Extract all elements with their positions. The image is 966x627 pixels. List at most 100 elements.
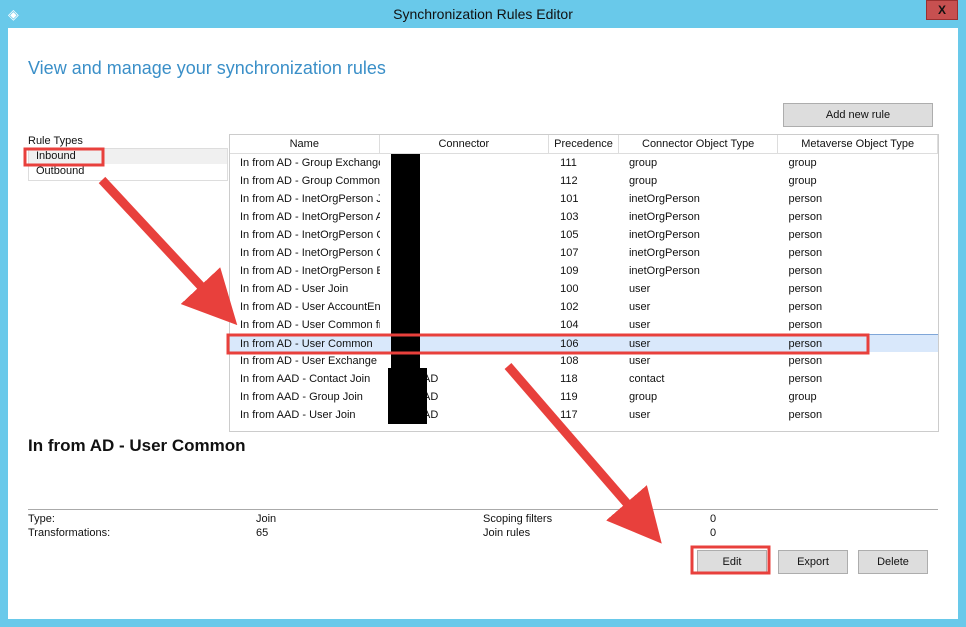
rule-name-cell: In from AD - User Join — [240, 283, 349, 295]
rule-name-cell: In from AD - InetOrgPerson A — [240, 211, 380, 223]
table-row[interactable]: In from AAD - Group Join- AAD119groupgro… — [230, 388, 938, 406]
connector-object-type-cell: user — [628, 338, 651, 350]
metaverse-object-type-cell: group — [788, 391, 817, 403]
precedence-cell: 100 — [560, 283, 579, 295]
connector-object-type-cell: user — [628, 355, 651, 367]
metaverse-object-type-cell: group — [788, 175, 817, 187]
table-row[interactable]: In from AD - User Exchange 108 user person — [230, 352, 938, 370]
table-row[interactable]: In from AD - InetOrgPerson C 105 inetOrgPe… — [230, 226, 938, 244]
rule-name-cell: In from AD - User Common — [240, 338, 373, 350]
table-header: Name Connector Precedence Connector Obje… — [230, 135, 938, 154]
delete-button[interactable]: Delete — [858, 550, 928, 574]
metaverse-object-type-cell: group — [788, 157, 817, 169]
rule-name-cell: In from AD - Group Common — [240, 175, 380, 187]
rule-name-cell: In from AD - InetOrgPerson Jo — [240, 193, 380, 205]
metaverse-object-type-cell: person — [788, 319, 823, 331]
table-row[interactable]: In from AD - User AccountEna 102 user perso… — [230, 298, 938, 316]
precedence-cell: 112 — [560, 175, 578, 187]
metaverse-object-type-cell: person — [788, 373, 823, 385]
connector-object-type-cell: group — [628, 157, 658, 169]
details-divider — [28, 509, 938, 510]
rule-types-label: Rule Types — [28, 135, 83, 147]
metaverse-object-type-cell: person — [788, 338, 823, 350]
edit-button[interactable]: Edit — [697, 550, 767, 574]
precedence-cell: 103 — [560, 211, 579, 223]
metaverse-object-type-cell: person — [788, 355, 823, 367]
column-connector[interactable]: Connector — [380, 135, 550, 153]
close-button[interactable]: X — [926, 0, 958, 20]
precedence-cell: 106 — [560, 338, 579, 350]
precedence-cell: 111 — [560, 157, 577, 169]
rule-name-cell: In from AD - InetOrgPerson Ex — [240, 265, 380, 277]
join-rules-value: 0 — [710, 527, 717, 539]
precedence-cell: 117 — [560, 409, 578, 421]
redaction-box — [388, 368, 427, 424]
rule-name-cell: In from AD - Group Exchange — [240, 157, 380, 169]
table-row[interactable]: In from AD - InetOrgPerson A 103 inetOrgPe… — [230, 208, 938, 226]
precedence-cell: 118 — [560, 373, 578, 385]
rule-name-cell: In from AAD - Contact Join — [240, 373, 371, 385]
join-rules-label: Join rules — [483, 527, 531, 539]
metaverse-object-type-cell: person — [788, 409, 823, 421]
connector-object-type-cell: inetOrgPerson — [628, 229, 700, 241]
table-row[interactable]: In from AD - Group Common 112 group group — [230, 172, 938, 190]
table-row[interactable]: In from AAD - User Join- AAD117userperso… — [230, 406, 938, 424]
rule-name-cell: In from AAD - User Join — [240, 409, 356, 421]
table-row[interactable]: In from AD - InetOrgPerson Jo 101 inetOrgP… — [230, 190, 938, 208]
rule-name-cell: In from AD - User AccountEna — [240, 301, 380, 313]
rule-type-outbound[interactable]: Outbound — [29, 164, 227, 179]
precedence-cell: 108 — [560, 355, 579, 367]
type-value: Join — [256, 513, 277, 525]
transformations-label: Transformations: — [28, 527, 111, 539]
connector-object-type-cell: user — [628, 319, 651, 331]
table-row[interactable]: In from AD - User Common fr 104 user person — [230, 316, 938, 334]
scoping-filters-value: 0 — [710, 513, 717, 525]
column-connector-object-type[interactable]: Connector Object Type — [619, 135, 779, 153]
metaverse-object-type-cell: person — [788, 283, 823, 295]
column-metaverse-object-type[interactable]: Metaverse Object Type — [778, 135, 938, 153]
title-bar: ◈ Synchronization Rules Editor X — [0, 0, 966, 28]
precedence-cell: 109 — [560, 265, 579, 277]
table-row[interactable]: In from AAD - Contact Join- AAD118contac… — [230, 370, 938, 388]
transformations-value: 65 — [256, 527, 269, 539]
rule-types-list: Inbound Outbound — [28, 148, 228, 181]
connector-object-type-cell: user — [628, 409, 651, 421]
precedence-cell: 105 — [560, 229, 579, 241]
column-name[interactable]: Name — [230, 135, 380, 153]
connector-object-type-cell: inetOrgPerson — [628, 193, 700, 205]
table-row[interactable]: In from AD - InetOrgPerson Ex 109 inetOrgP… — [230, 262, 938, 280]
table-row[interactable]: In from AD - User Common 106 user person — [230, 334, 938, 352]
connector-object-type-cell: user — [628, 283, 651, 295]
client-area: View and manage your synchronization rul… — [8, 28, 958, 619]
metaverse-object-type-cell: person — [788, 247, 823, 259]
export-button[interactable]: Export — [778, 550, 848, 574]
precedence-cell: 104 — [560, 319, 579, 331]
metaverse-object-type-cell: person — [788, 229, 823, 241]
metaverse-object-type-cell: person — [788, 193, 823, 205]
connector-object-type-cell: group — [628, 175, 658, 187]
metaverse-object-type-cell: person — [788, 211, 823, 223]
table-row[interactable]: In from AD - Group Exchange 111 group group — [230, 154, 938, 172]
precedence-cell: 119 — [560, 391, 578, 403]
connector-object-type-cell: group — [628, 391, 658, 403]
table-row[interactable]: In from AD - InetOrgPerson C 107 inetOrgPe… — [230, 244, 938, 262]
add-new-rule-button[interactable]: Add new rule — [783, 103, 933, 127]
connector-object-type-cell: inetOrgPerson — [628, 247, 700, 259]
table-row[interactable]: In from AD - User Join 100 user person — [230, 280, 938, 298]
connector-object-type-cell: user — [628, 301, 651, 313]
redaction-box — [391, 154, 420, 368]
precedence-cell: 107 — [560, 247, 579, 259]
precedence-cell: 102 — [560, 301, 579, 313]
column-precedence[interactable]: Precedence — [549, 135, 619, 153]
rule-name-cell: In from AD - InetOrgPerson C — [240, 247, 380, 259]
connector-object-type-cell: inetOrgPerson — [628, 265, 700, 277]
metaverse-object-type-cell: person — [788, 301, 823, 313]
connector-object-type-cell: contact — [628, 373, 665, 385]
window-title: Synchronization Rules Editor — [393, 6, 573, 22]
rule-name-cell: In from AD - User Common fr — [240, 319, 380, 331]
rule-name-cell: In from AD - User Exchange — [240, 355, 377, 367]
table-body: In from AD - Group Exchange 111 group group… — [230, 154, 938, 424]
type-label: Type: — [28, 513, 55, 525]
precedence-cell: 101 — [560, 193, 579, 205]
rule-type-inbound[interactable]: Inbound — [29, 149, 227, 164]
